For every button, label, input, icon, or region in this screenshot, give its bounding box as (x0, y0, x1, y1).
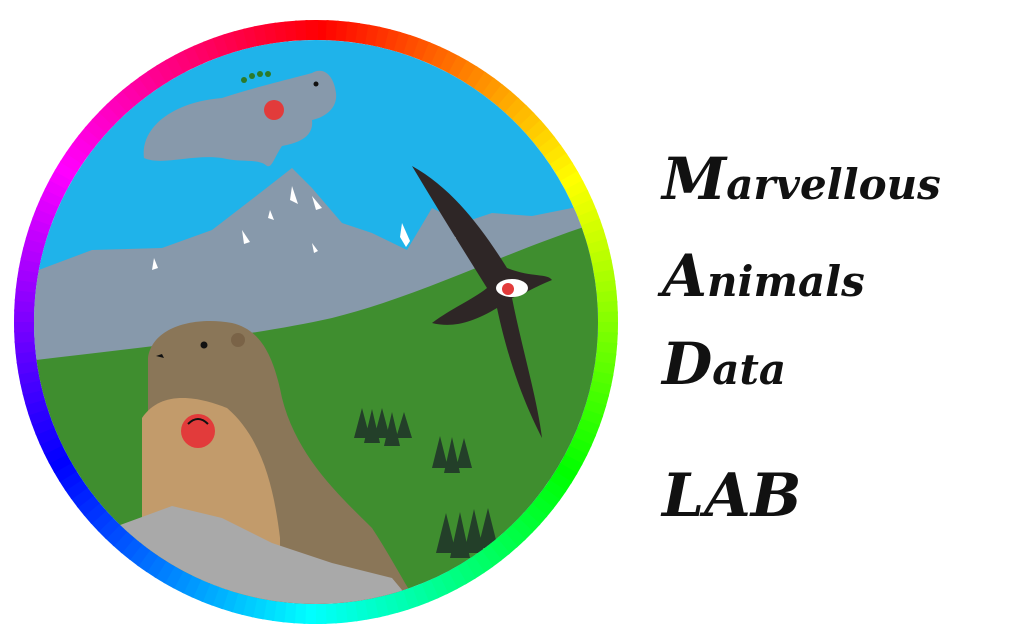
title-word-rest: arvellous (726, 160, 941, 209)
title-line-lab: LAB (662, 461, 802, 531)
emblem-illustration (13, 19, 618, 624)
title-line-animals: Animals (662, 247, 865, 305)
title-line-marvellous: Marvellous (662, 150, 941, 208)
lab-logo-emblem (12, 18, 620, 626)
ring-segment (305, 19, 319, 41)
title-initial: A (662, 242, 708, 310)
title-initial: M (662, 145, 727, 213)
title-word-rest: ata (712, 345, 787, 394)
title-line-data: Data (662, 335, 786, 393)
title-word-rest: nimals (707, 257, 865, 306)
title-initial: D (662, 330, 713, 398)
